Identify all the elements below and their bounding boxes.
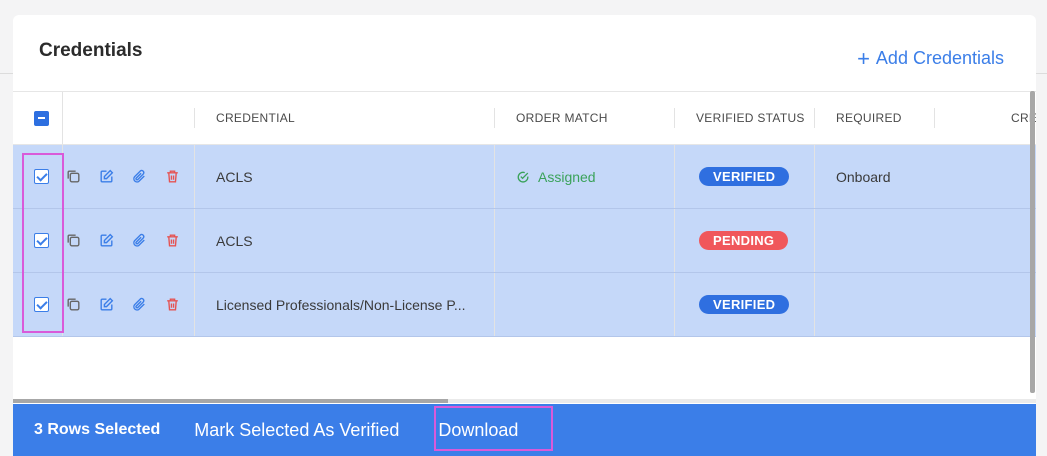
plus-icon: + [857, 45, 870, 71]
horizontal-scrollbar[interactable] [13, 399, 448, 403]
copy-icon[interactable] [65, 296, 82, 313]
table-row[interactable]: ACLS Assigned VERIFIED Onboard [13, 145, 1036, 209]
header-credential[interactable]: CREDENTIAL [216, 92, 295, 144]
row-actions [65, 145, 181, 208]
credential-name: ACLS [216, 168, 253, 185]
credentials-table: CREDENTIAL ORDER MATCH VERIFIED STATUS R… [13, 91, 1036, 337]
add-credentials-label: Add Credentials [875, 48, 1004, 68]
column-divider [62, 92, 63, 144]
add-credentials-button[interactable]: + Add Credentials [857, 45, 1004, 71]
copy-icon[interactable] [65, 232, 82, 249]
order-match-cell: Assigned [516, 145, 596, 208]
column-divider [674, 273, 675, 336]
credential-name: ACLS [216, 232, 253, 249]
header-verified-status[interactable]: VERIFIED STATUS [696, 92, 805, 144]
table-row[interactable]: ACLS PENDING [13, 209, 1036, 273]
column-divider [494, 209, 495, 272]
table-row[interactable]: Licensed Professionals/Non-License P... … [13, 273, 1036, 337]
column-divider [814, 273, 815, 336]
column-divider [674, 145, 675, 208]
column-divider [194, 209, 195, 272]
row-actions [65, 209, 181, 272]
verified-status-cell: PENDING [699, 209, 789, 272]
header-order-match[interactable]: ORDER MATCH [516, 92, 608, 144]
selected-count: 3 Rows Selected [34, 421, 161, 438]
header-required[interactable]: REQUIRED [836, 92, 902, 144]
edit-icon[interactable] [98, 296, 115, 313]
order-match-label: Assigned [538, 168, 596, 185]
trash-icon[interactable] [164, 168, 181, 185]
column-divider [814, 145, 815, 208]
status-badge: VERIFIED [699, 167, 790, 186]
card-title: Credentials [39, 40, 143, 61]
page-divider-left [0, 73, 13, 74]
column-divider [674, 108, 675, 128]
select-all-cell [34, 92, 49, 144]
edit-icon[interactable] [98, 232, 115, 249]
column-divider [494, 273, 495, 336]
column-divider [494, 108, 495, 128]
check-circle-icon [517, 171, 529, 183]
column-divider [194, 273, 195, 336]
trash-icon[interactable] [164, 232, 181, 249]
column-divider [494, 145, 495, 208]
assigned-status: Assigned [516, 169, 596, 185]
status-badge: PENDING [699, 231, 789, 250]
checkbox-highlight [22, 153, 64, 333]
column-divider [814, 108, 815, 128]
verified-status-cell: VERIFIED [699, 273, 790, 336]
vertical-scrollbar[interactable] [1030, 91, 1035, 393]
attachment-icon[interactable] [131, 168, 148, 185]
credential-name: Licensed Professionals/Non-License P... [216, 296, 466, 313]
edit-icon[interactable] [98, 168, 115, 185]
status-badge: VERIFIED [699, 295, 790, 314]
mark-verified-button[interactable]: Mark Selected As Verified [194, 420, 399, 441]
select-all-checkbox[interactable] [34, 110, 49, 126]
trash-icon[interactable] [164, 296, 181, 313]
verified-status-cell: VERIFIED [699, 145, 790, 208]
column-divider [194, 145, 195, 208]
copy-icon[interactable] [65, 168, 82, 185]
attachment-icon[interactable] [131, 232, 148, 249]
column-divider [814, 209, 815, 272]
column-divider [934, 108, 935, 128]
table-header: CREDENTIAL ORDER MATCH VERIFIED STATUS R… [13, 91, 1036, 145]
credentials-card: Credentials + Add Credentials CREDENTIAL… [13, 15, 1036, 456]
page-divider-right [1036, 73, 1047, 74]
row-actions [65, 273, 181, 336]
download-highlight [434, 406, 553, 451]
column-divider [194, 108, 195, 128]
attachment-icon[interactable] [131, 296, 148, 313]
required-cell: Onboard [836, 168, 891, 185]
column-divider [674, 209, 675, 272]
